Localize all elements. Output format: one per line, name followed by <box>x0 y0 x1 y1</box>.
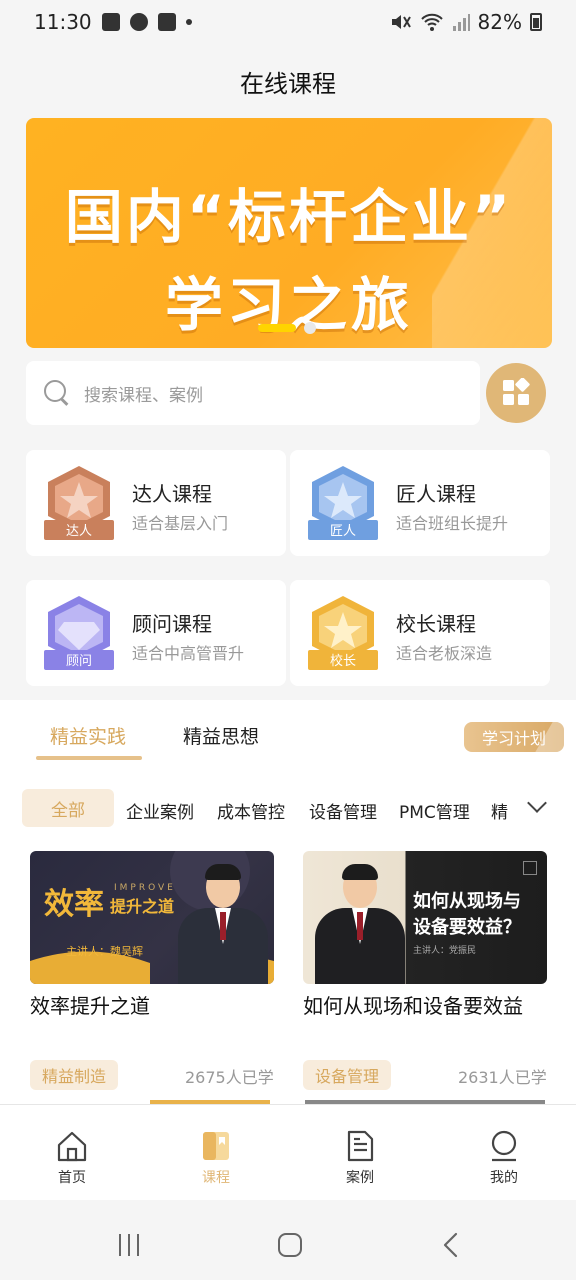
search-icon <box>44 380 70 406</box>
bottom-navigation: 首页 课程 案例 我的 <box>0 1104 576 1200</box>
banner-carousel[interactable]: 国内“标杆企业” 学习之旅 <box>26 118 552 348</box>
document-icon <box>347 1130 374 1162</box>
guwen-badge-icon: 顾问 <box>44 596 114 670</box>
system-navigation-bar <box>0 1200 576 1280</box>
carousel-indicator <box>258 322 316 334</box>
tab-active-indicator <box>36 756 142 760</box>
search-bar[interactable]: 搜索课程、案例 <box>26 361 480 425</box>
badge-label: 校长 <box>330 653 356 668</box>
daren-badge-icon: 达人 <box>44 466 114 540</box>
banner-headline: 国内“标杆企业” <box>64 183 514 251</box>
jiangren-badge-icon: 匠人 <box>308 466 378 540</box>
battery-icon <box>530 13 542 31</box>
level-title: 匠人课程 <box>396 482 476 506</box>
cover-title-small: 提升之道 <box>110 897 175 916</box>
nav-courses[interactable]: 课程 <box>144 1105 288 1201</box>
recent-apps-icon[interactable] <box>116 1232 142 1258</box>
level-card-jiangren[interactable]: 匠人 匠人课程 适合班组长提升 <box>290 450 550 556</box>
course-cover[interactable]: 效率 IMPROVE 提升之道 主讲人：魏吴辉 <box>30 851 274 984</box>
battery-percent: 82% <box>477 10 522 34</box>
home-icon <box>57 1131 87 1162</box>
category-equipment[interactable]: 设备管理 <box>309 798 377 823</box>
level-card-xiaozhang[interactable]: 校长 校长课程 适合老板深造 <box>290 580 550 686</box>
study-plan-button[interactable]: 学习计划 <box>464 722 564 752</box>
level-title: 顾问课程 <box>132 612 212 636</box>
status-time: 11:30 <box>34 10 92 34</box>
carousel-dot[interactable] <box>304 322 316 334</box>
cover-title-line2: 设备要效益？ <box>413 917 521 938</box>
profile-icon <box>491 1130 517 1162</box>
nav-label: 我的 <box>490 1170 518 1186</box>
cover-title-line1: 如何从现场与 <box>413 891 521 912</box>
category-more-truncated[interactable]: 精 <box>491 798 508 823</box>
category-pmc[interactable]: PMC管理 <box>399 798 470 823</box>
grid-icon <box>503 378 530 405</box>
tab-lean-thinking[interactable]: 精益思想 <box>183 722 259 749</box>
page-title: 在线课程 <box>240 69 336 98</box>
notification-dot-icon <box>185 19 192 25</box>
lecturer-photo <box>178 864 268 984</box>
category-grid-button[interactable] <box>486 363 546 423</box>
learner-count: 2631人已学 <box>458 1068 547 1087</box>
level-subtitle: 适合老板深造 <box>396 644 493 663</box>
course-tag: 精益制造 <box>30 1060 119 1090</box>
nav-label: 案例 <box>346 1170 374 1186</box>
wifi-icon <box>420 13 443 31</box>
level-subtitle: 适合中高管晋升 <box>132 644 245 663</box>
mute-icon <box>391 15 411 29</box>
category-all[interactable]: 全部 <box>22 789 114 827</box>
status-bar: 11:30 82% <box>0 0 576 44</box>
signal-icon <box>452 14 470 31</box>
level-card-guwen[interactable]: 顾问 顾问课程 适合中高管晋升 <box>26 580 286 686</box>
book-icon <box>203 1132 229 1160</box>
level-card-daren[interactable]: 达人 达人课程 适合基层入门 <box>26 450 286 556</box>
level-subtitle: 适合班组长提升 <box>396 514 509 533</box>
search-input[interactable]: 搜索课程、案例 <box>84 381 203 406</box>
home-button-icon[interactable] <box>277 1232 303 1258</box>
learner-count: 2675人已学 <box>185 1068 274 1087</box>
lecturer-photo <box>315 864 405 984</box>
cover-title-big: 效率 <box>44 887 104 922</box>
back-icon[interactable] <box>440 1232 462 1258</box>
cover-title-en: IMPROVE <box>114 883 176 893</box>
cloud-icon <box>129 13 148 31</box>
nav-cases[interactable]: 案例 <box>288 1105 432 1201</box>
nav-label: 课程 <box>202 1170 230 1186</box>
carousel-dot-active[interactable] <box>258 324 296 332</box>
course-title[interactable]: 效率提升之道 <box>30 990 150 1019</box>
checkbox-icon <box>157 13 176 31</box>
cover-host: 主讲人：魏吴辉 <box>66 945 143 958</box>
logo-icon <box>523 861 537 875</box>
nav-label: 首页 <box>58 1170 86 1186</box>
level-title: 达人课程 <box>132 482 212 506</box>
course-tag: 设备管理 <box>303 1060 392 1090</box>
xiaozhang-badge-icon: 校长 <box>308 596 378 670</box>
category-cost-control[interactable]: 成本管控 <box>217 798 285 823</box>
course-title[interactable]: 如何从现场和设备要效益 <box>303 990 523 1019</box>
badge-label: 顾问 <box>66 653 92 668</box>
course-cover[interactable]: 如何从现场与 设备要效益？ 主讲人：党振民 <box>303 851 547 984</box>
nav-profile[interactable]: 我的 <box>432 1105 576 1201</box>
nav-home[interactable]: 首页 <box>0 1105 144 1201</box>
gallery-icon <box>101 13 120 31</box>
cover-title: 如何从现场与 设备要效益？ <box>413 889 521 941</box>
badge-label: 匠人 <box>330 523 356 538</box>
level-title: 校长课程 <box>396 612 476 636</box>
cover-host: 主讲人：党振民 <box>413 946 477 956</box>
category-enterprise-cases[interactable]: 企业案例 <box>126 798 194 823</box>
level-subtitle: 适合基层入门 <box>132 514 229 533</box>
badge-label: 达人 <box>66 523 92 538</box>
tab-lean-practice[interactable]: 精益实践 <box>50 722 126 749</box>
